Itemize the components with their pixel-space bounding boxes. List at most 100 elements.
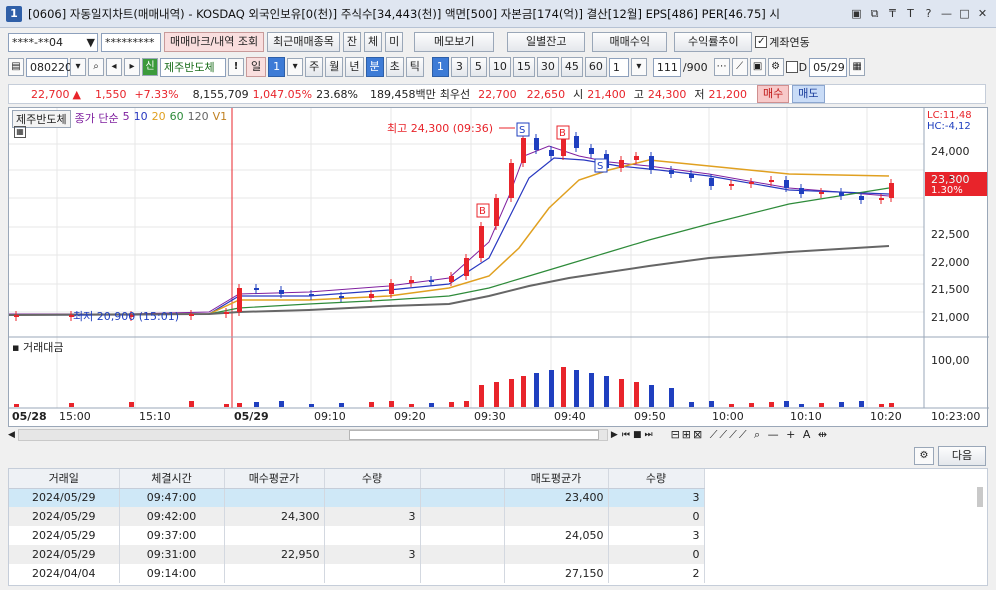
minute-45[interactable]: 45: [560, 57, 583, 77]
minute-1[interactable]: 1: [431, 57, 449, 77]
candle-body: [634, 156, 639, 160]
col-sell-avg: 매도평균가: [504, 469, 609, 489]
table-row[interactable]: 2024/05/29 09:42:00 24,300 3 0: [9, 507, 705, 526]
minute-5[interactable]: 5: [469, 57, 487, 77]
stop-icon[interactable]: ■: [633, 430, 642, 440]
grid-toggle-icon[interactable]: ▦: [14, 126, 26, 138]
volume-bar: [14, 404, 19, 407]
stock-code-input[interactable]: 080220: [26, 57, 72, 77]
tab-unfilled[interactable]: 미: [385, 32, 404, 52]
period-year[interactable]: 년: [345, 57, 364, 77]
last-icon[interactable]: ⏭: [644, 430, 652, 440]
speaker-icon[interactable]: ◂: [106, 58, 122, 76]
count-select[interactable]: 1: [608, 57, 629, 77]
help-icon[interactable]: ?: [921, 6, 936, 21]
close-icon[interactable]: ✕: [975, 6, 990, 21]
drawing-tools[interactable]: ⊟⊞⊠ ⟋⟋⟋⟋ ⌕ — + A ⇹: [671, 428, 830, 442]
date-input[interactable]: 05/29: [809, 57, 848, 77]
cell-date: 2024/05/29: [9, 488, 120, 507]
candlestick-chart[interactable]: S B S B: [9, 108, 989, 428]
alert-icon[interactable]: !: [228, 58, 244, 76]
table-row[interactable]: 2024/05/29 09:47:00 23,400 3: [9, 488, 705, 507]
font-icon[interactable]: T: [903, 6, 918, 21]
cell-date: 2024/05/29: [9, 526, 120, 545]
minute-30[interactable]: 30: [536, 57, 559, 77]
search-icon[interactable]: ⌕: [88, 58, 104, 76]
memo-button[interactable]: 메모보기: [414, 32, 495, 52]
scroll-thumb[interactable]: [348, 430, 599, 440]
cell-sell-avg: 24,050: [504, 526, 609, 545]
volume-bar: [574, 370, 579, 407]
period-week[interactable]: 주: [305, 57, 324, 77]
indicator-icon[interactable]: ⋯: [713, 58, 730, 76]
table-row[interactable]: 2024/05/29 09:37:00 24,050 3: [9, 526, 705, 545]
date-toggle[interactable]: D: [785, 60, 808, 74]
first-icon[interactable]: ⏮: [622, 430, 630, 440]
price-tick: 24,000: [931, 145, 970, 158]
minute-15[interactable]: 15: [512, 57, 535, 77]
gear-icon[interactable]: ⚙: [767, 58, 784, 76]
high-label: 고: [633, 88, 644, 101]
trade-mark-button[interactable]: 매매마크/내역 조회: [164, 32, 265, 52]
checkbox-icon[interactable]: [785, 61, 798, 73]
minute-3[interactable]: 3: [450, 57, 468, 77]
candle-body: [574, 136, 579, 148]
account-link-toggle[interactable]: ✓ 계좌연동: [755, 34, 810, 50]
period-daily-button[interactable]: 일: [246, 57, 267, 77]
cell-sell-qty: 2: [608, 564, 705, 583]
date-toggle-label: D: [798, 60, 808, 74]
sell-button[interactable]: 매도: [792, 85, 825, 103]
table-row[interactable]: 2024/04/04 09:14:00 27,150 2: [9, 564, 705, 583]
volume-bar: [879, 404, 884, 407]
period-tick[interactable]: 틱: [405, 57, 424, 77]
volume-bar: [339, 403, 344, 407]
password-field[interactable]: *********: [101, 32, 161, 52]
buy-button[interactable]: 매수: [757, 85, 790, 103]
calendar-icon[interactable]: ▦: [849, 58, 866, 76]
code-dropdown-icon[interactable]: ▾: [70, 58, 86, 76]
arrow-icon[interactable]: ▸: [124, 58, 140, 76]
stock-name: 제주반도체: [160, 57, 226, 77]
period-second[interactable]: 초: [385, 57, 404, 77]
trade-profit-button[interactable]: 매매수익: [592, 32, 668, 52]
period-dropdown-icon[interactable]: ▾: [287, 58, 304, 76]
period-minute[interactable]: 분: [365, 57, 384, 77]
count-input[interactable]: 111: [652, 57, 681, 77]
account-select[interactable]: ****-**04 ▼: [8, 32, 98, 52]
minute-10[interactable]: 10: [488, 57, 511, 77]
next-button[interactable]: 다음: [938, 446, 986, 466]
tab-executed[interactable]: 체: [364, 32, 383, 52]
time-tick: 15:00: [59, 410, 91, 423]
profit-trend-button[interactable]: 수익률추이: [674, 32, 753, 52]
scroll-right-icon[interactable]: ▶: [611, 430, 618, 440]
candle-body: [449, 276, 454, 282]
restore-icon[interactable]: ⧉: [867, 6, 882, 21]
scroll-left-icon[interactable]: ◀: [8, 430, 15, 440]
recent-stocks-button[interactable]: 최근매매종목: [267, 32, 340, 52]
candle-body: [619, 160, 624, 168]
gear-icon[interactable]: ⚙: [914, 447, 934, 465]
line-tool-icon[interactable]: ⟋: [731, 58, 748, 76]
cell-time: 09:42:00: [119, 507, 225, 526]
chart-panel[interactable]: S B S B 제주반도체 종가 단순 5 10 20 60 120 V1 ▦ …: [8, 107, 989, 428]
time-tick: 09:50: [634, 410, 666, 423]
tab-balance[interactable]: 잔: [342, 32, 362, 52]
daily-balance-button[interactable]: 일별잔고: [507, 32, 586, 52]
save-icon[interactable]: ▣: [749, 58, 766, 76]
period-number[interactable]: 1: [268, 57, 286, 77]
chart-scrollbar[interactable]: [17, 429, 608, 441]
minute-60[interactable]: 60: [584, 57, 607, 77]
volume-bar: [749, 403, 754, 407]
maximize-icon[interactable]: □: [957, 6, 972, 21]
table-scroll-thumb[interactable]: [977, 487, 983, 507]
link-icon[interactable]: ▣: [849, 6, 864, 21]
minimize-icon[interactable]: —: [939, 6, 954, 21]
checkbox-checked-icon[interactable]: ✓: [755, 36, 768, 48]
chart-settings-icon[interactable]: ▤: [8, 58, 24, 76]
pin-icon[interactable]: ₸: [885, 6, 900, 21]
table-row[interactable]: 2024/05/29 09:31:00 22,950 3 0: [9, 545, 705, 564]
legend-ma20: 20: [151, 110, 166, 123]
count-dropdown-icon[interactable]: ▾: [630, 58, 647, 76]
period-month[interactable]: 월: [325, 57, 344, 77]
volume-bar: [634, 382, 639, 407]
